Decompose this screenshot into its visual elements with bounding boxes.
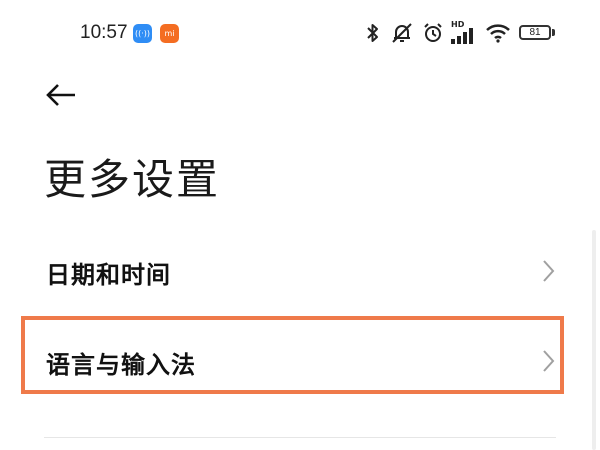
divider xyxy=(44,437,556,438)
status-time: 10:57 xyxy=(80,22,128,43)
signal-icon xyxy=(451,28,473,44)
mute-bell-icon xyxy=(392,23,412,43)
chevron-right-icon xyxy=(543,260,555,282)
battery-tip xyxy=(552,29,555,36)
mi-app-icon: mi xyxy=(160,24,179,43)
back-arrow-icon xyxy=(46,84,75,106)
settings-item-label: 日期和时间 xyxy=(46,261,171,289)
back-button[interactable] xyxy=(40,76,88,116)
alarm-icon xyxy=(424,23,442,42)
battery-level: 81 xyxy=(529,27,541,38)
wifi-icon xyxy=(486,24,510,43)
page-title: 更多设置 xyxy=(44,155,221,204)
settings-item-label: 语言与输入法 xyxy=(46,351,196,379)
scrollbar[interactable] xyxy=(592,230,596,450)
battery-icon: 81 xyxy=(519,25,551,40)
app-notification-icon: ((·)) xyxy=(133,24,152,43)
settings-item-language-input[interactable]: 语言与输入法 xyxy=(20,320,565,398)
status-bar: 10:57 ((·)) mi HD 81 xyxy=(0,0,600,68)
bluetooth-icon xyxy=(367,24,378,42)
chevron-right-icon xyxy=(543,350,555,372)
settings-item-date-time[interactable]: 日期和时间 xyxy=(20,232,565,310)
